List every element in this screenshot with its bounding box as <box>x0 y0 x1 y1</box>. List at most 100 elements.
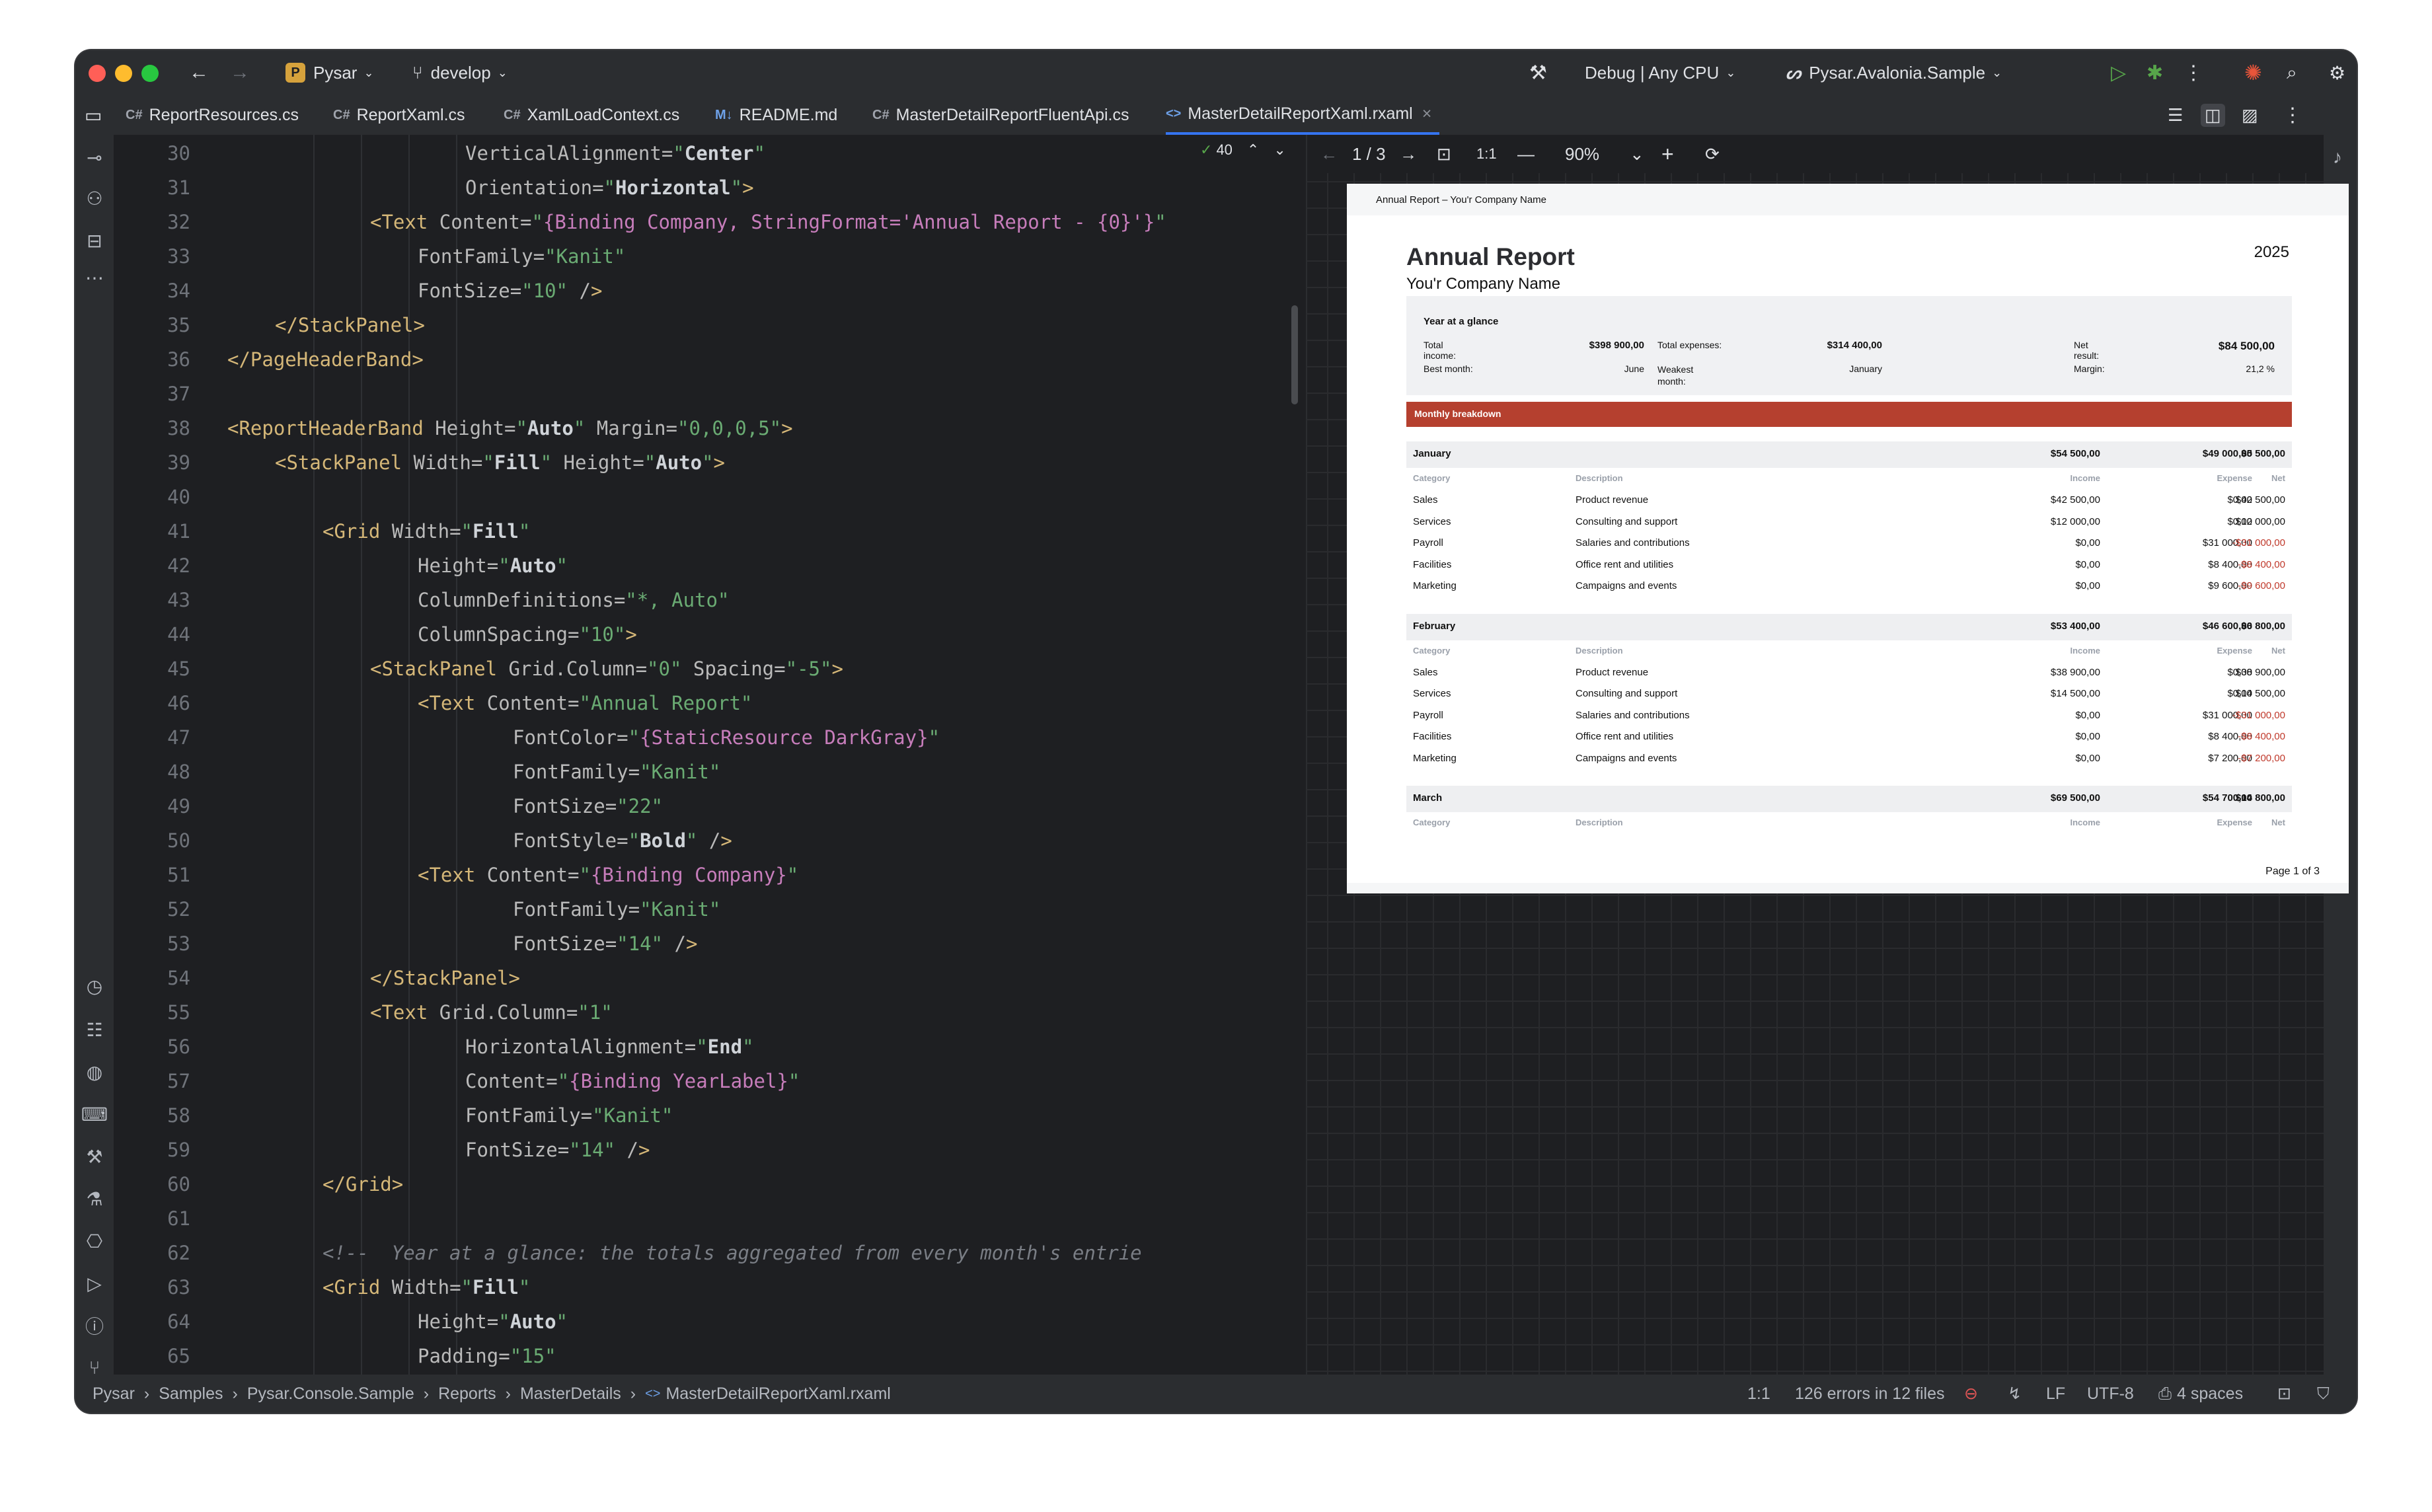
more-horizontal-icon[interactable]: ⋯ <box>75 264 114 291</box>
build-icon[interactable]: ⚒ <box>75 1143 114 1170</box>
code-line[interactable]: 47 FontColor="{StaticResource DarkGray}" <box>114 720 1303 755</box>
minimize-window-button[interactable] <box>115 65 132 82</box>
shield-icon[interactable]: ⛉ <box>2317 1375 2330 1413</box>
read-only-lock-icon[interactable]: ⊡ <box>2277 1375 2291 1413</box>
code-line[interactable]: 37 <box>114 377 1303 411</box>
indent-setting[interactable]: ⎙ 4 spaces <box>2158 1375 2243 1413</box>
code-line[interactable]: 55 <Text Grid.Column="1" <box>114 995 1303 1030</box>
preview-view-icon[interactable]: ▨ <box>2242 95 2258 135</box>
vertical-scrollbar[interactable] <box>1291 305 1298 404</box>
run-icon[interactable]: ▷ <box>2111 50 2126 95</box>
zoom-out-icon[interactable]: — <box>1517 144 1535 165</box>
nuget-icon[interactable]: ◍ <box>75 1059 114 1085</box>
branch-selector[interactable]: ⑂ develop ⌄ <box>412 50 508 95</box>
list-view-icon[interactable]: ☰ <box>2168 95 2183 135</box>
code-line[interactable]: 40 <box>114 480 1303 514</box>
error-summary[interactable]: 126 errors in 12 files <box>1795 1375 1945 1413</box>
run-icon[interactable]: ▷ <box>75 1270 114 1297</box>
breadcrumb-item[interactable]: Samples <box>159 1384 223 1404</box>
project-selector[interactable]: P Pysar ⌄ <box>285 50 374 95</box>
config-selector[interactable]: Debug | Any CPU ⌄ <box>1585 50 1735 95</box>
tab-master-detail-fluent[interactable]: C# MasterDetailReportFluentApi.cs <box>872 95 1129 135</box>
forward-arrow-icon[interactable]: → <box>230 50 250 95</box>
debug-icon[interactable]: ⎔ <box>75 1228 114 1254</box>
gear-icon[interactable]: ⚙ <box>2329 50 2345 95</box>
next-page-icon[interactable]: → <box>1400 144 1417 165</box>
hammer-icon[interactable]: ⚒ <box>1529 50 1547 95</box>
code-line[interactable]: 30 VerticalAlignment="Center" <box>114 136 1303 170</box>
debug-bug-icon[interactable]: ✱ <box>2147 50 2163 95</box>
file-encoding[interactable]: UTF-8 <box>2087 1375 2134 1413</box>
code-line[interactable]: 60 </Grid> <box>114 1167 1303 1201</box>
code-line[interactable]: 43 ColumnDefinitions="*, Auto" <box>114 583 1303 617</box>
code-line[interactable]: 64 Height="Auto" <box>114 1304 1303 1339</box>
close-window-button[interactable] <box>89 65 106 82</box>
code-line[interactable]: 34 FontSize="10" /> <box>114 274 1303 308</box>
close-icon[interactable]: × <box>1422 104 1432 124</box>
code-line[interactable]: 54 </StackPanel> <box>114 961 1303 995</box>
code-line[interactable]: 58 FontFamily="Kanit" <box>114 1098 1303 1133</box>
code-line[interactable]: 62 <!-- Year at a glance: the totals aggr… <box>114 1236 1303 1270</box>
breadcrumb-item[interactable]: MasterDetails <box>520 1384 621 1404</box>
caret-position[interactable]: 1:1 <box>1747 1375 1770 1413</box>
code-line[interactable]: 50 FontStyle="Bold" /> <box>114 823 1303 858</box>
code-line[interactable]: 46 <Text Content="Annual Report" <box>114 686 1303 720</box>
code-line[interactable]: 36 </PageHeaderBand> <box>114 342 1303 377</box>
code-line[interactable]: 48 FontFamily="Kanit" <box>114 755 1303 789</box>
chevron-down-icon[interactable]: ⌄ <box>1630 144 1644 165</box>
code-editor[interactable]: ✓ 40 ⌃ ⌄ 30 VerticalAlignment="Center" 31 O… <box>114 135 1306 1404</box>
code-line[interactable]: 44 ColumnSpacing="10"> <box>114 617 1303 652</box>
code-line[interactable]: 59 FontSize="14" /> <box>114 1133 1303 1167</box>
unit-tests-icon[interactable]: ⚗ <box>75 1186 114 1212</box>
run-target-selector[interactable]: ᔕ Pysar.Avalonia.Sample ⌄ <box>1786 50 2002 95</box>
breadcrumb-item[interactable]: Pysar.Console.Sample <box>247 1384 414 1404</box>
search-icon[interactable]: ⌕ <box>2287 50 2297 95</box>
inspection-icon[interactable]: ↯ <box>2008 1375 2022 1413</box>
services-icon[interactable]: ☷ <box>75 1016 114 1043</box>
split-view-icon[interactable]: ◫ <box>2201 95 2225 135</box>
code-line[interactable]: 35 </StackPanel> <box>114 308 1303 342</box>
code-line[interactable]: 45 <StackPanel Grid.Column="0" Spacing="-… <box>114 652 1303 686</box>
tab-master-detail-xaml[interactable]: <> MasterDetailReportXaml.rxaml × <box>1166 95 1440 135</box>
tab-xaml-load-context[interactable]: C# XamlLoadContext.cs <box>504 95 679 135</box>
code-line[interactable]: 32 <Text Content="{Binding Company, Strin… <box>114 205 1303 239</box>
code-line[interactable]: 52 FontFamily="Kanit" <box>114 892 1303 926</box>
line-ending[interactable]: LF <box>2046 1375 2065 1413</box>
code-line[interactable]: 57 Content="{Binding YearLabel}" <box>114 1064 1303 1098</box>
code-line[interactable]: 42 Height="Auto" <box>114 548 1303 583</box>
tab-readme[interactable]: M↓ README.md <box>715 95 837 135</box>
commit-icon[interactable]: ⊸ <box>75 144 114 170</box>
zoom-in-icon[interactable]: + <box>1661 142 1674 167</box>
zoom-level[interactable]: 90% <box>1565 144 1599 165</box>
tab-report-xaml[interactable]: C# ReportXaml.cs <box>333 95 465 135</box>
code-line[interactable]: 39 <StackPanel Width="Fill" Height="Auto"… <box>114 445 1303 480</box>
zoom-window-button[interactable] <box>141 65 159 82</box>
actual-size-button[interactable]: 1:1 <box>1476 145 1497 163</box>
fit-page-icon[interactable]: ⊡ <box>1437 144 1451 165</box>
database-icon[interactable]: ⊟ <box>75 227 114 254</box>
notifications-icon[interactable]: ♪ <box>2318 144 2357 170</box>
code-line[interactable]: 33 FontFamily="Kanit" <box>114 239 1303 274</box>
refresh-icon[interactable]: ⟳ <box>1705 144 1720 165</box>
back-arrow-icon[interactable]: ← <box>189 50 209 95</box>
breadcrumb-item[interactable]: MasterDetailReportXaml.rxaml <box>665 1384 890 1404</box>
timer-icon[interactable]: ◷ <box>75 973 114 999</box>
code-line[interactable]: 31 Orientation="Horizontal"> <box>114 170 1303 205</box>
code-line[interactable]: 63 <Grid Width="Fill" <box>114 1270 1303 1304</box>
code-line[interactable]: 49 FontSize="22" <box>114 789 1303 823</box>
code-line[interactable]: 51 <Text Content="{Binding Company}" <box>114 858 1303 892</box>
ai-assistant-icon[interactable]: ✺ <box>2244 50 2262 95</box>
code-line[interactable]: 56 HorizontalAlignment="End" <box>114 1030 1303 1064</box>
prev-page-icon[interactable]: ← <box>1320 144 1338 165</box>
code-line[interactable]: 53 FontSize="14" /> <box>114 926 1303 961</box>
tab-report-resources[interactable]: C# ReportResources.cs <box>126 95 299 135</box>
structure-icon[interactable]: ⚇ <box>75 185 114 211</box>
project-folder-icon[interactable]: ▭ <box>85 95 102 135</box>
code-line[interactable]: 61 <box>114 1201 1303 1236</box>
code-line[interactable]: 65 Padding="15" <box>114 1339 1303 1373</box>
code-line[interactable]: 38 <ReportHeaderBand Height="Auto" Margin… <box>114 411 1303 445</box>
code-line[interactable]: 41 <Grid Width="Fill" <box>114 514 1303 548</box>
breadcrumb-item[interactable]: Pysar <box>93 1384 135 1404</box>
problems-icon[interactable]: ⓘ <box>75 1312 114 1339</box>
more-vertical-icon[interactable]: ⋮ <box>2283 95 2302 135</box>
